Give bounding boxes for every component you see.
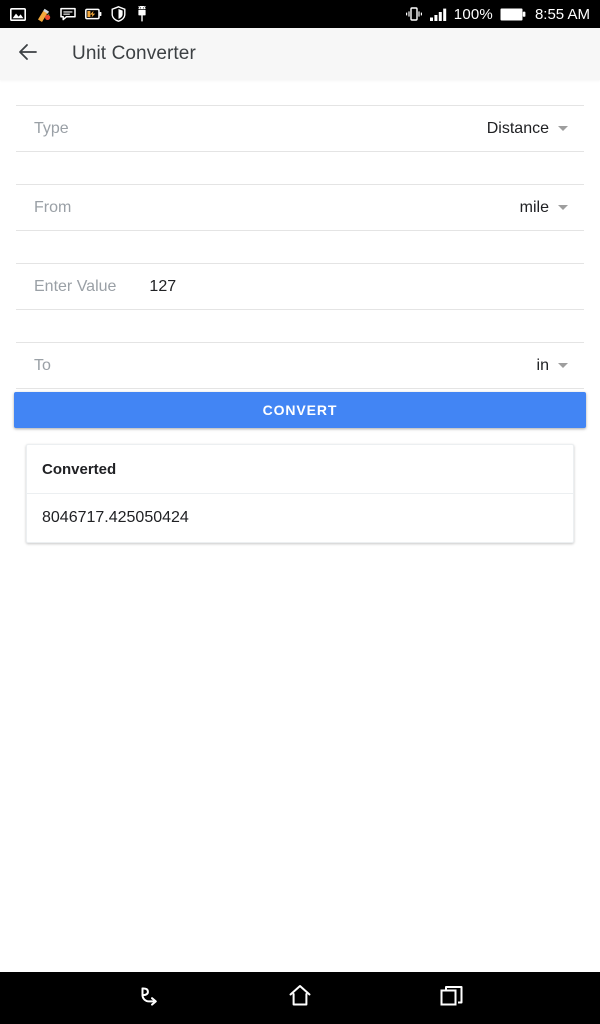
nav-back-button[interactable] [121,972,175,1024]
system-nav-bar [0,972,600,1024]
gallery-icon [10,7,26,22]
converter-form: Type Distance From mile Enter Value 127 … [0,80,600,543]
chevron-down-icon [558,205,568,210]
result-card: Converted 8046717.425050424 [26,444,574,543]
type-row[interactable]: Type Distance [16,105,584,152]
type-value: Distance [486,119,549,137]
cleaner-icon [35,6,51,22]
android-debug-icon [135,6,149,22]
from-row[interactable]: From mile [16,184,584,231]
message-icon [60,7,76,21]
battery-percent-label: 100% [453,5,493,23]
enter-value-row[interactable]: Enter Value 127 [16,263,584,310]
home-nav-icon [285,981,315,1016]
to-row[interactable]: To in [16,342,584,389]
result-card-wrap: Converted 8046717.425050424 [0,444,600,543]
status-bar-right: 100% 8:55 AM [405,7,590,22]
shield-icon [111,6,126,22]
from-label: From [34,198,72,216]
spacer-value-to [0,310,600,342]
back-nav-icon [133,981,163,1016]
app-bar: Unit Converter [0,28,600,80]
signal-bars-icon [429,8,447,21]
spacer-from-value [0,231,600,263]
chevron-down-icon [558,363,568,368]
from-field-group: From mile [0,184,600,231]
nav-recents-button[interactable] [425,972,479,1024]
nav-home-button[interactable] [273,972,327,1024]
convert-button[interactable]: CONVERT [14,392,586,428]
result-card-value: 8046717.425050424 [42,509,189,526]
back-button[interactable] [0,28,56,80]
vibrate-icon [405,7,423,21]
to-field-group: To in [0,342,600,389]
spacer-type-from [0,152,600,184]
type-label: Type [34,119,69,137]
from-value: mile [519,198,549,216]
phone-screen: 100% 8:55 AM Unit Converter Type Distanc… [0,0,600,1024]
spacer-top [0,80,600,105]
status-bar-left-icons [10,6,149,22]
recents-nav-icon [438,982,466,1015]
to-value: in [536,356,549,374]
to-label: To [34,356,51,374]
enter-value-label: Enter Value [34,277,117,295]
back-arrow-icon [16,40,40,69]
status-bar: 100% 8:55 AM [0,0,600,28]
to-dropdown[interactable]: in [537,357,584,375]
battery-full-icon [500,8,526,21]
chevron-down-icon [558,126,568,131]
type-dropdown[interactable]: Distance [487,120,584,138]
convert-button-wrap: CONVERT [0,392,600,428]
enter-value-input[interactable]: 127 [116,278,176,296]
from-dropdown[interactable]: mile [520,199,584,217]
type-field-group: Type Distance [0,105,600,152]
status-bar-clock: 8:55 AM [534,5,590,23]
page-title: Unit Converter [72,43,196,64]
battery-saver-icon [85,8,102,20]
result-card-header: Converted [27,445,573,494]
value-field-group: Enter Value 127 [0,263,600,310]
